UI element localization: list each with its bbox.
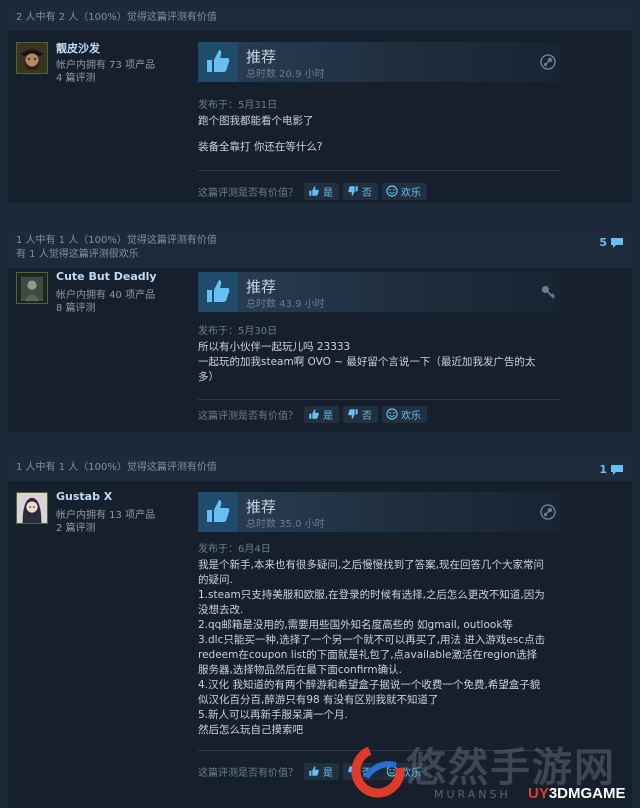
vote-funny-label: 欢乐	[401, 410, 421, 422]
posted-date: 发布于：6月4日	[198, 544, 271, 555]
vote-no-button[interactable]: 否	[343, 405, 378, 423]
review-card: 2 人中有 2 人（100%）觉得这篇评测有价值 靓皮沙发 帐户内拥有 73 项…	[8, 6, 632, 203]
review-line: 4.汉化 我知道的有两个醉游和希望盒子据说一个收费一个免费,希望盒子貌似汉化百分…	[198, 679, 541, 706]
recommendation-title: 推荐	[246, 498, 277, 516]
thumbs-up-icon	[309, 409, 319, 419]
steam-icon	[540, 504, 556, 520]
vote-controls: 这篇评测是否有价值？ 是 否 欢乐	[198, 405, 431, 423]
review-line: 5.新人可以再新手服呆满一个月.	[198, 709, 348, 721]
vote-no-button[interactable]: 否	[343, 182, 378, 200]
smiley-icon	[386, 185, 398, 197]
review-line: 1.steam只支持美服和欧服,在登录的时候有选择,之后怎么更改不知道,因为没想…	[198, 589, 545, 616]
watermark-3dm-logo: UY3DMGAME	[528, 785, 626, 802]
review-content: 推荐 总时数 43.9 小时 发布于：5月30日 所以有小伙伴一起玩儿吗 233…	[198, 272, 568, 428]
review-line: 一起玩的加我steam啊 OVO ~ 最好留个言说一下（最近加我发广告的太多）	[198, 356, 536, 383]
recommendation-title: 推荐	[246, 48, 277, 66]
site-watermark: 悠然手游网 MURANSH UY3DMGAME	[351, 735, 640, 808]
vote-funny-label: 欢乐	[401, 187, 421, 199]
vote-yes-label: 是	[323, 187, 333, 199]
review-body: 跑个图我都能看个电影了 装备全靠打 你还在等什么?	[198, 114, 546, 155]
vote-header[interactable]: 推荐 总时数 43.9 小时	[198, 272, 560, 312]
author-block[interactable]: Cute But Deadly 帐户内拥有 40 项产品 8 篇评测	[16, 270, 186, 314]
comment-icon	[611, 238, 623, 248]
vote-controls: 这篇评测是否有价值？ 是 否 欢乐	[198, 182, 431, 200]
vote-header[interactable]: 推荐 总时数 35.0 小时	[198, 492, 560, 532]
review-line: 3.dlc只能买一种,选择了一个另一个就不可以再买了,用法 进入游戏esc点击r…	[198, 634, 546, 676]
helpful-summary: 1 人中有 1 人（100%）觉得这篇评测有价值	[16, 235, 217, 246]
helpful-summary: 2 人中有 2 人（100%）觉得这篇评测有价值	[16, 12, 217, 23]
review-line	[198, 129, 546, 140]
vote-yes-button[interactable]: 是	[304, 762, 339, 780]
comment-count[interactable]: 1	[599, 463, 624, 477]
vote-yes-button[interactable]: 是	[304, 182, 339, 200]
hours-played: 总时数 43.9 小时	[246, 299, 325, 310]
thumbs-up-icon	[309, 186, 319, 196]
vote-yes-button[interactable]: 是	[304, 405, 339, 423]
review-header: 1 人中有 1 人（100%）觉得这篇评测有价值 有 1 人觉得这篇评测很欢乐 …	[8, 229, 632, 268]
comment-count[interactable]: 5	[599, 236, 624, 250]
posted-date: 发布于：5月30日	[198, 326, 278, 337]
vote-yes-label: 是	[323, 410, 333, 422]
vote-yes-label: 是	[323, 767, 333, 779]
author-name[interactable]: Gustab X	[56, 490, 112, 503]
comment-icon	[611, 465, 623, 475]
helpful-question: 这篇评测是否有价值？	[198, 410, 298, 422]
posted-date: 发布于：5月31日	[198, 100, 278, 111]
steam-icon	[540, 54, 556, 70]
helpful-summary: 1 人中有 1 人（100%）觉得这篇评测有价值	[16, 462, 217, 473]
thumbs-up-icon	[198, 42, 238, 82]
hours-played: 总时数 35.0 小时	[246, 519, 325, 530]
review-line: 装备全靠打 你还在等什么?	[198, 141, 323, 153]
vote-no-label: 否	[362, 187, 372, 199]
key-icon	[541, 285, 555, 299]
avatar[interactable]	[16, 492, 48, 524]
vote-no-label: 否	[362, 410, 372, 422]
review-card: 1 人中有 1 人（100%）觉得这篇评测有价值 有 1 人觉得这篇评测很欢乐 …	[8, 229, 632, 432]
divider	[198, 399, 560, 400]
hours-played: 总时数 20.9 小时	[246, 69, 325, 80]
review-header: 1 人中有 1 人（100%）觉得这篇评测有价值 1	[8, 456, 632, 481]
review-body: 所以有小伙伴一起玩儿吗 23333 一起玩的加我steam啊 OVO ~ 最好留…	[198, 340, 546, 385]
comment-count-value: 1	[599, 463, 607, 476]
avatar[interactable]	[16, 42, 48, 74]
recommendation-title: 推荐	[246, 278, 277, 296]
author-reviews[interactable]: 8 篇评测	[56, 299, 96, 314]
review-body: 我是个新手,本来也有很多疑问,之后慢慢找到了答案,现在回答几个大家常问的疑问. …	[198, 558, 546, 738]
thumbs-up-icon	[198, 272, 238, 312]
review-line: 我是个新手,本来也有很多疑问,之后慢慢找到了答案,现在回答几个大家常问的疑问.	[198, 559, 545, 586]
comment-count-value: 5	[599, 236, 607, 249]
vote-header[interactable]: 推荐 总时数 20.9 小时	[198, 42, 560, 82]
vote-funny-button[interactable]: 欢乐	[382, 182, 427, 200]
avatar[interactable]	[16, 272, 48, 304]
author-reviews[interactable]: 2 篇评测	[56, 519, 96, 534]
author-block[interactable]: Gustab X 帐户内拥有 13 项产品 2 篇评测	[16, 490, 186, 534]
smiley-icon	[386, 408, 398, 420]
thumbs-down-icon	[348, 409, 358, 419]
thumbs-up-icon	[309, 766, 319, 776]
author-block[interactable]: 靓皮沙发 帐户内拥有 73 项产品 4 篇评测	[16, 40, 186, 84]
vote-funny-button[interactable]: 欢乐	[382, 405, 427, 423]
watermark-logo-prefix: UY	[528, 785, 549, 802]
watermark-subtext: MURANSH	[434, 788, 511, 801]
review-content: 推荐 总时数 20.9 小时 发布于：5月31日 跑个图我都能看个电影了 装备全…	[198, 42, 568, 200]
helpful-question: 这篇评测是否有价值？	[198, 767, 298, 779]
thumbs-down-icon	[348, 186, 358, 196]
watermark-logo-icon	[351, 744, 405, 798]
review-header: 2 人中有 2 人（100%）觉得这篇评测有价值	[8, 6, 632, 31]
divider	[198, 170, 560, 171]
review-line: 跑个图我都能看个电影了	[198, 115, 314, 127]
funny-summary: 有 1 人觉得这篇评测很欢乐	[16, 249, 139, 260]
thumbs-up-icon	[198, 492, 238, 532]
review-line: 所以有小伙伴一起玩儿吗 23333	[198, 341, 351, 353]
author-name[interactable]: Cute But Deadly	[56, 270, 157, 283]
author-reviews[interactable]: 4 篇评测	[56, 69, 96, 84]
helpful-question: 这篇评测是否有价值？	[198, 187, 298, 199]
author-name[interactable]: 靓皮沙发	[56, 40, 100, 56]
review-line: 2.qq邮箱是没用的,需要用些国外知名度高些的 如gmail, outlook等	[198, 619, 513, 631]
watermark-logo-text: 3DMGAME	[548, 785, 626, 802]
